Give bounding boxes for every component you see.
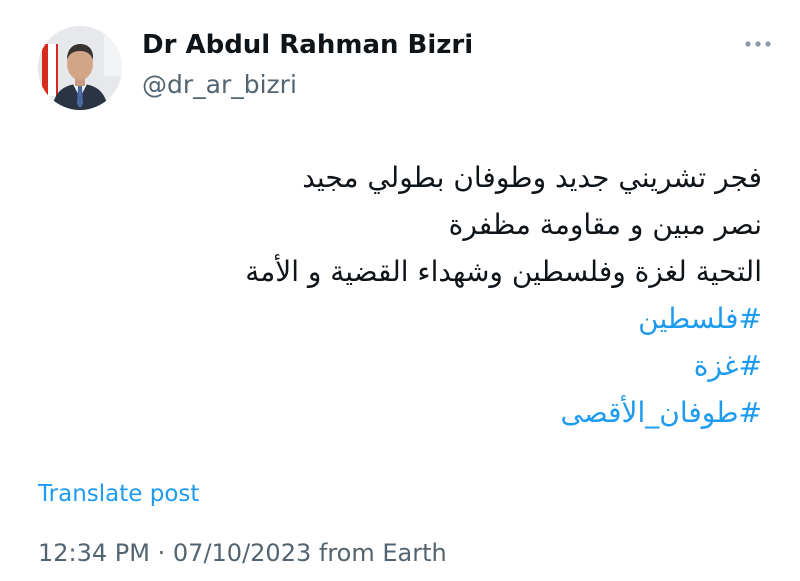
more-horizontal-icon — [745, 41, 771, 47]
tweet-date[interactable]: 07/10/2023 — [173, 539, 311, 567]
hashtag-al-aqsa-flood[interactable]: #طوفان_الأقصى — [42, 389, 762, 436]
avatar[interactable] — [38, 26, 122, 110]
tweet-time[interactable]: 12:34 PM — [38, 539, 150, 567]
hashtag-palestine[interactable]: #فلسطين — [42, 295, 762, 342]
tweet-card: Dr Abdul Rahman Bizri @dr_ar_bizri فجر ت… — [0, 0, 800, 581]
tweet-source: from Earth — [318, 539, 447, 567]
avatar-photo — [38, 26, 122, 110]
hashtag-gaza[interactable]: #غزة — [42, 342, 762, 389]
author-names: Dr Abdul Rahman Bizri @dr_ar_bizri — [142, 28, 473, 102]
tweet-header: Dr Abdul Rahman Bizri @dr_ar_bizri — [38, 26, 778, 110]
translate-post-link[interactable]: Translate post — [38, 478, 199, 510]
more-options-button[interactable] — [738, 32, 778, 56]
tweet-meta: 12:34 PM · 07/10/2023 from Earth — [38, 537, 447, 569]
tweet-line-3: التحية لغزة وفلسطين وشهداء القضية و الأم… — [245, 255, 762, 288]
author-display-name[interactable]: Dr Abdul Rahman Bizri — [142, 28, 473, 62]
tweet-line-1: فجر تشريني جديد وطوفان بطولي مجيد — [302, 161, 762, 194]
tweet-text: فجر تشريني جديد وطوفان بطولي مجيد نصر مب… — [42, 154, 762, 436]
tweet-line-2: نصر مبين و مقاومة مظفرة — [448, 208, 762, 241]
author-handle[interactable]: @dr_ar_bizri — [142, 68, 473, 102]
meta-separator: · — [157, 539, 166, 567]
